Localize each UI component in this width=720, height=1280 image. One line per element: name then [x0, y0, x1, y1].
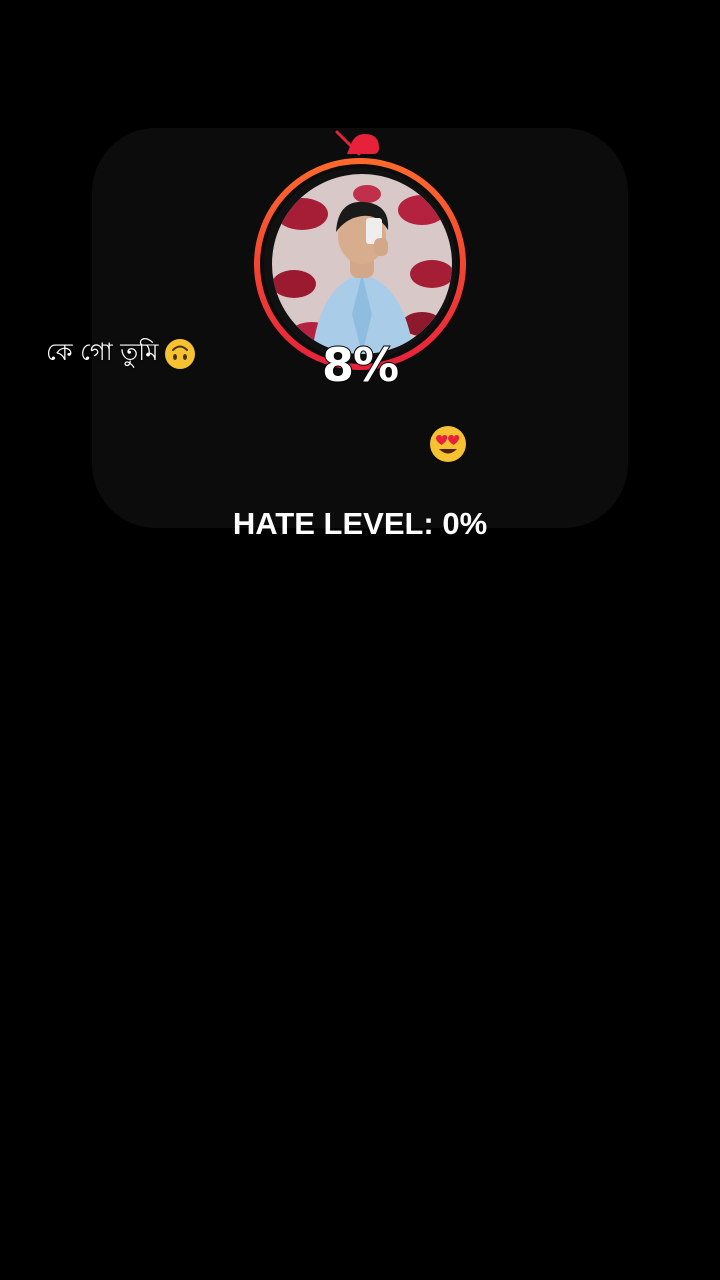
- profile-photo[interactable]: [272, 174, 452, 354]
- avatar: [272, 174, 452, 354]
- upside-down-face-emoji-icon: [165, 339, 196, 369]
- hate-level-label: HATE LEVEL: 0%: [232, 506, 488, 541]
- muted-bell-icon: [335, 130, 379, 156]
- caption-text: কে গো তুমি: [46, 338, 159, 366]
- caption: কে গো তুমি: [46, 334, 196, 374]
- meter-percent: 8%: [321, 337, 400, 393]
- heart-eyes-emoji-icon: [430, 426, 466, 462]
